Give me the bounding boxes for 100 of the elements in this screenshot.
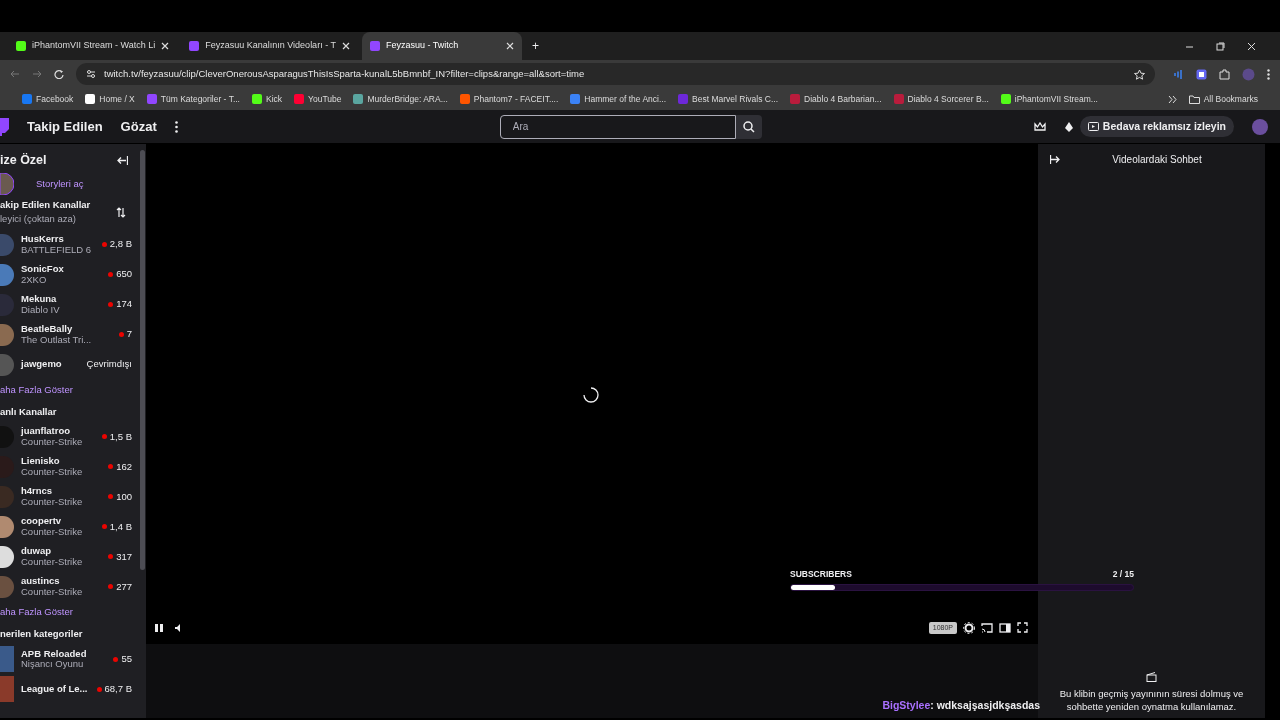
close-icon[interactable] [505, 42, 514, 50]
avatar [0, 353, 14, 376]
bookmark[interactable]: MurderBridge: ARA... [353, 92, 448, 106]
bookmark[interactable]: Facebook [22, 92, 74, 106]
reload-icon[interactable] [54, 69, 64, 79]
cast-icon[interactable] [981, 622, 993, 633]
all-bookmarks-button[interactable]: All Bookmarks [1188, 92, 1258, 106]
more-icon[interactable] [1267, 68, 1270, 80]
avatar [0, 545, 14, 568]
viewer-count: 1,4 B [109, 519, 132, 534]
browser-tab[interactable]: Feyzasuu - Twitch [361, 32, 522, 60]
show-more-link[interactable]: aha Fazla Göster [0, 604, 138, 621]
bookmark[interactable]: Best Marvel Rivals C... [678, 92, 779, 106]
stories-link[interactable]: Storyleri aç [36, 176, 84, 192]
channel-row[interactable]: austincs Counter-Strike 277 [0, 571, 138, 602]
address-bar[interactable]: twitch.tv/feyzasuu/clip/CleverOnerousAsparagusThisIsSparta-kunalL5bBmnbf_IN?filter=clips&range=all&sort=time [76, 63, 1155, 85]
bookmark[interactable]: Hammer of the Anci... [570, 92, 667, 106]
chevrons-icon[interactable] [1167, 94, 1177, 104]
chat-message: BigStylee: wdksajşasjdkşasdas [882, 698, 1040, 714]
avatar [0, 485, 14, 508]
bookmark[interactable]: Kick [252, 92, 283, 106]
theatre-icon[interactable] [999, 622, 1011, 633]
viewer-count: 68,7 B [104, 681, 132, 696]
live-icon [108, 302, 114, 307]
search-button[interactable] [735, 114, 762, 139]
nav-link[interactable]: Takip Edilen [27, 116, 103, 137]
logo-icon[interactable] [0, 117, 9, 136]
avatar [0, 323, 14, 346]
viewer-count: 317 [116, 549, 132, 564]
viewer-count: 162 [116, 459, 132, 474]
tv-icon [1087, 122, 1099, 131]
channel-row[interactable]: HusKerrs BATTLEFIELD 6 2,8 B [0, 229, 138, 260]
close-icon[interactable] [161, 42, 170, 50]
viewer-count: 100 [116, 489, 132, 504]
viewer-count: 174 [116, 297, 132, 312]
live-icon [96, 686, 102, 692]
expand-icon[interactable] [1050, 155, 1061, 164]
goal-count: 2 / 15 [1112, 568, 1134, 581]
live-icon [108, 584, 114, 590]
forward-icon[interactable] [32, 69, 42, 79]
section-title: nerilen kategoriler [0, 626, 84, 641]
category-row[interactable]: League of Le... 68,7 B [0, 674, 138, 704]
crown-icon[interactable] [1033, 122, 1046, 131]
collapse-icon[interactable] [117, 155, 128, 165]
offline-label: Çevrimdışı [86, 357, 132, 372]
restore-icon[interactable] [1216, 41, 1225, 51]
channel-row[interactable]: BeatleBally The Outlast Tri... 7 [0, 319, 138, 350]
viewer-count: 277 [116, 579, 132, 594]
sort-icon[interactable] [116, 206, 126, 218]
avatar-icon[interactable] [1252, 118, 1268, 135]
diamond-icon[interactable] [1063, 120, 1074, 133]
viewer-count: 55 [121, 651, 132, 666]
loading-spinner [582, 386, 600, 404]
section-title: akip Edilen Kanallar [0, 198, 91, 212]
nav-link[interactable]: Gözat [120, 116, 157, 137]
settings-icon[interactable] [963, 621, 975, 634]
search-field[interactable]: Ara [499, 114, 736, 139]
browser-tab[interactable]: Feyzasuu Kanalının Videoları - T [181, 32, 358, 60]
channel-row[interactable]: coopertv Counter-Strike 1,4 B [0, 511, 138, 542]
live-icon [108, 494, 114, 500]
channel-row[interactable]: SonicFox 2XKO 650 [0, 259, 138, 290]
fullscreen-icon[interactable] [1017, 622, 1028, 634]
bookmark[interactable]: Phantom7 - FACEIT.... [459, 92, 559, 106]
favicon-icon [369, 41, 380, 51]
channel-row[interactable]: Lienisko Counter-Strike 162 [0, 451, 138, 482]
show-more-link[interactable]: aha Fazla Göster [0, 382, 138, 399]
bookmark[interactable]: Diablo 4 Sorcerer B... [893, 92, 989, 106]
site-settings-icon[interactable] [86, 69, 96, 79]
channel-row[interactable]: juanflatroo Counter-Strike 1,5 B [0, 421, 138, 452]
promo-button[interactable]: Bedava reklamsız izleyin [1079, 115, 1234, 138]
back-icon[interactable] [10, 69, 20, 79]
chat-title: Videolardaki Sohbet [1111, 153, 1203, 167]
live-icon [101, 434, 107, 440]
viewer-count: 2,8 B [109, 237, 132, 252]
channel-row[interactable]: Mekuna Diablo IV 174 [0, 289, 138, 320]
pause-icon[interactable] [154, 622, 164, 633]
channel-row[interactable]: duwap Counter-Strike 317 [0, 541, 138, 572]
avatar[interactable] [0, 173, 14, 195]
bookmark[interactable]: Tüm Kategoriler - T... [146, 92, 240, 106]
browser-tab[interactable]: iPhantomVII Stream - Watch Li [8, 32, 178, 60]
sidebar-title: ize Özel [0, 151, 47, 169]
extension-icon[interactable] [1196, 68, 1207, 80]
close-icon[interactable] [1247, 41, 1256, 51]
star-icon[interactable] [1134, 68, 1145, 80]
bookmark[interactable]: iPhantomVII Stream... [1000, 92, 1098, 106]
box-art [0, 646, 14, 672]
new-tab-button[interactable]: + [531, 37, 539, 55]
bookmark[interactable]: Diablo 4 Barbarian... [790, 92, 882, 106]
avatar [0, 233, 14, 256]
clip-icon [1146, 672, 1157, 683]
bookmark[interactable]: YouTube [294, 92, 342, 106]
live-icon [101, 242, 107, 247]
section-title: anlı Kanallar [0, 404, 58, 419]
close-icon[interactable] [341, 42, 350, 50]
channel-row[interactable]: h4rncs Counter-Strike 100 [0, 481, 138, 512]
more-icon[interactable] [174, 120, 178, 133]
channel-row[interactable]: jawgemo Çevrimdışı [0, 349, 138, 380]
bookmark[interactable]: Home / X [85, 92, 135, 106]
sort-label: leyici (çoktan aza) [0, 212, 78, 227]
category-row[interactable]: APB Reloaded Nişancı Oyunu 55 [0, 644, 138, 674]
